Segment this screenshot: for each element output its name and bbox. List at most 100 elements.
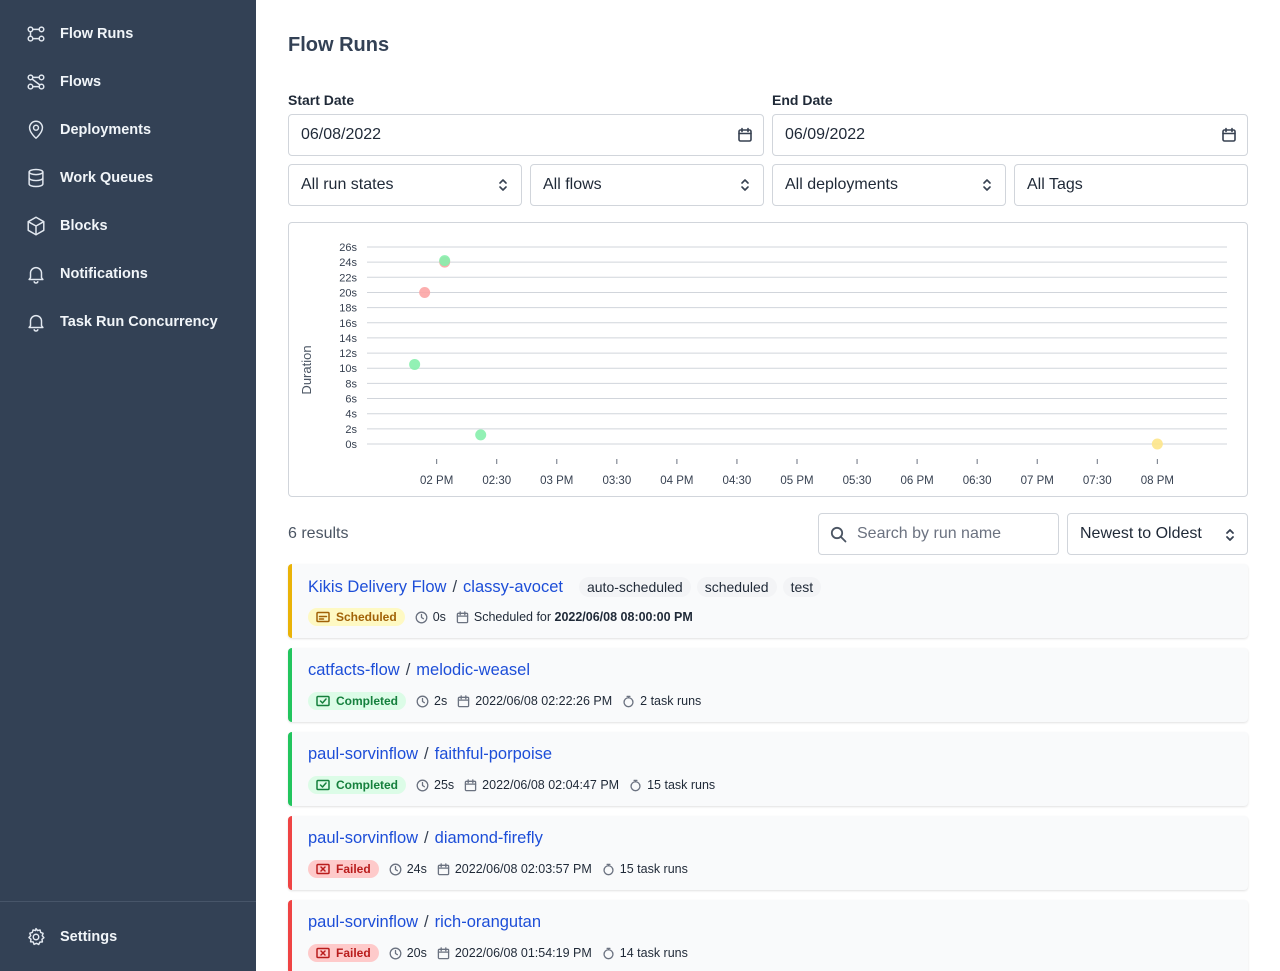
tags-value: All Tags <box>1027 176 1083 193</box>
y-tick-label: 24s <box>339 257 357 269</box>
sidebar-item-blocks[interactable]: Blocks <box>0 202 256 250</box>
breadcrumb-separator: / <box>424 913 429 931</box>
sidebar-item-flows[interactable]: Flows <box>0 58 256 106</box>
search-input[interactable]: Search by run name <box>818 513 1059 555</box>
run-states-value: All run states <box>301 176 394 193</box>
breadcrumb-separator: / <box>424 745 429 763</box>
y-tick-label: 26s <box>339 242 357 254</box>
bell-icon <box>24 310 48 334</box>
start-date-label: Start Date <box>288 92 355 108</box>
calendar-icon[interactable] <box>737 127 753 143</box>
sort-select[interactable]: Newest to Oldest <box>1067 513 1248 555</box>
sidebar-item-label: Notifications <box>60 266 148 282</box>
y-tick-label: 18s <box>339 303 357 315</box>
run-name-link[interactable]: faithful-porpoise <box>435 745 552 764</box>
state-badge: Failed <box>308 944 379 962</box>
clock-icon <box>389 947 407 960</box>
sidebar: Flow Runs Flows Deployments Work Queues … <box>0 0 256 971</box>
results-count: 6 results <box>288 525 349 542</box>
state-icon <box>316 695 336 707</box>
y-tick-label: 8s <box>345 378 357 390</box>
sidebar-nav: Flow Runs Flows Deployments Work Queues … <box>0 10 256 346</box>
deployments-select[interactable]: All deployments <box>772 164 1006 206</box>
run-tags: auto-scheduled scheduled test <box>578 577 827 597</box>
task-runs-count: 15 task runs <box>619 862 688 876</box>
y-axis-label: Duration <box>299 345 314 394</box>
sidebar-item-work-queues[interactable]: Work Queues <box>0 154 256 202</box>
calendar-icon <box>457 694 475 708</box>
flow-name-link[interactable]: catfacts-flow <box>308 661 400 680</box>
start-date-input[interactable]: 06/08/2022 <box>288 114 764 156</box>
y-tick-label: 12s <box>339 348 357 360</box>
sidebar-item-deployments[interactable]: Deployments <box>0 106 256 154</box>
data-point <box>1151 438 1163 450</box>
flow-run-card[interactable]: paul-sorvinflow / rich-orangutan Failed … <box>288 900 1248 971</box>
run-time: 2022/06/08 02:03:57 PM <box>437 862 592 876</box>
sidebar-item-label: Deployments <box>60 122 152 138</box>
flow-run-card[interactable]: catfacts-flow / melodic-weasel Completed… <box>288 648 1248 722</box>
calendar-icon <box>437 862 455 876</box>
sidebar-item-task-run-concurrency[interactable]: Task Run Concurrency <box>0 298 256 346</box>
start-date-value: 06/08/2022 <box>301 126 382 143</box>
tag-chip: test <box>782 577 822 597</box>
map-pin-icon <box>24 118 48 142</box>
x-tick-label: 06:30 <box>963 475 992 487</box>
chart-svg: 0s 2s 4s 6s 8s 10s 12s 14s 16s 18s 20s 22s 24s 26s 02 … <box>299 242 1227 487</box>
run-duration: 24s <box>389 862 427 876</box>
task-runs-count: 14 task runs <box>619 946 688 960</box>
database-icon <box>24 166 48 190</box>
flow-run-card[interactable]: paul-sorvinflow / diamond-firefly Failed… <box>288 816 1248 890</box>
x-tick-label: 03 PM <box>540 475 573 487</box>
run-meta: Completed 25s 2022/06/08 02:04:47 PM 15 … <box>308 776 725 794</box>
flow-name-link[interactable]: paul-sorvinflow <box>308 745 418 764</box>
sidebar-item-label: Flow Runs <box>60 26 134 42</box>
task-runs: 2 task runs <box>622 694 701 708</box>
run-time: Scheduled for 2022/06/08 08:00:00 PM <box>456 610 693 624</box>
calendar-icon[interactable] <box>1221 127 1237 143</box>
run-name-link[interactable]: melodic-weasel <box>416 661 530 680</box>
task-runs-count: 2 task runs <box>640 694 702 708</box>
state-badge: Completed <box>308 692 407 710</box>
flow-name-link[interactable]: paul-sorvinflow <box>308 913 418 932</box>
state-badge: Failed <box>308 860 379 878</box>
flow-run-card[interactable]: Kikis Delivery Flow / classy-avocet auto… <box>288 564 1248 638</box>
sidebar-item-settings[interactable]: Settings <box>0 913 256 961</box>
state-label: Completed <box>336 778 399 792</box>
clock-icon <box>416 695 434 708</box>
flow-run-card[interactable]: paul-sorvinflow / faithful-porpoise Comp… <box>288 732 1248 806</box>
run-title: paul-sorvinflow / diamond-firefly <box>308 829 543 848</box>
x-tick-label: 03:30 <box>602 475 631 487</box>
sidebar-item-flow-runs[interactable]: Flow Runs <box>0 10 256 58</box>
sidebar-item-notifications[interactable]: Notifications <box>0 250 256 298</box>
run-states-select[interactable]: All run states <box>288 164 522 206</box>
settings-label: Settings <box>60 929 118 945</box>
run-time: 2022/06/08 02:22:26 PM <box>457 694 612 708</box>
state-label: Completed <box>336 694 399 708</box>
page-title: Flow Runs <box>288 34 390 56</box>
y-tick-label: 10s <box>339 363 357 375</box>
gear-icon <box>24 925 48 949</box>
sidebar-item-label: Task Run Concurrency <box>60 314 218 330</box>
tag-chip: scheduled <box>696 577 777 597</box>
run-meta: Scheduled 0s Scheduled for 2022/06/08 08… <box>308 608 703 626</box>
run-meta: Completed 2s 2022/06/08 02:22:26 PM 2 ta… <box>308 692 711 710</box>
select-arrows-icon <box>1223 527 1237 543</box>
run-name-link[interactable]: diamond-firefly <box>435 829 543 848</box>
breadcrumb-separator: / <box>452 577 458 596</box>
state-label: Failed <box>336 946 371 960</box>
run-duration: 20s <box>389 946 427 960</box>
flow-name-link[interactable]: paul-sorvinflow <box>308 829 418 848</box>
end-date-input[interactable]: 06/09/2022 <box>772 114 1248 156</box>
run-name-link[interactable]: classy-avocet <box>463 578 563 597</box>
run-name-link[interactable]: rich-orangutan <box>435 913 541 932</box>
run-time-value: 2022/06/08 02:04:47 PM <box>482 778 620 792</box>
tags-input[interactable]: All Tags <box>1014 164 1248 206</box>
breadcrumb-separator: / <box>405 661 411 679</box>
data-point <box>475 429 487 441</box>
x-tick-label: 04:30 <box>723 475 752 487</box>
state-badge: Scheduled <box>308 608 405 626</box>
calendar-icon <box>437 946 455 960</box>
flow-name-link[interactable]: Kikis Delivery Flow <box>308 578 446 597</box>
flows-select[interactable]: All flows <box>530 164 764 206</box>
calendar-icon <box>464 778 482 792</box>
